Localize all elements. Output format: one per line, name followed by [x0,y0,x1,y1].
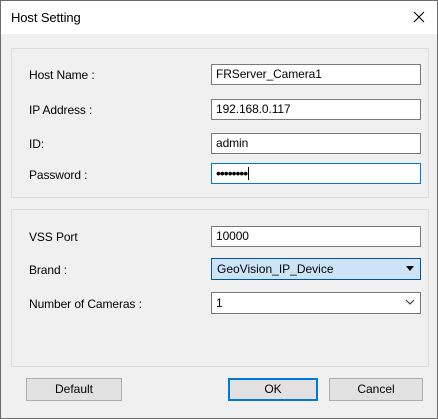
password-field[interactable]: •••••••• [211,163,421,184]
vss-port-field[interactable]: 10000 [211,226,421,247]
id-label: ID: [29,137,45,151]
password-label: Password : [29,168,88,182]
chevron-down-icon [405,299,415,305]
default-button[interactable]: Default [26,378,122,401]
brand-select[interactable]: GeoVision_IP_Device [211,258,421,280]
host-name-label: Host Name : [29,68,95,82]
ip-address-label: IP Address : [29,103,93,117]
ip-address-field[interactable]: 192.168.0.117 [211,99,421,120]
dropdown-arrow-icon [406,266,414,271]
cancel-button[interactable]: Cancel [329,378,423,401]
brand-selected-value: GeoVision_IP_Device [217,262,334,276]
text-caret [248,167,250,180]
cameras-selected-value: 1 [216,296,223,310]
host-name-field[interactable]: FRServer_Camera1 [211,64,421,85]
ok-button[interactable]: OK [228,378,318,401]
number-of-cameras-label: Number of Cameras : [29,297,142,311]
number-of-cameras-select[interactable]: 1 [211,292,421,314]
vss-port-label: VSS Port [29,230,78,244]
id-field[interactable]: admin [211,133,421,154]
close-icon [413,11,425,23]
brand-label: Brand : [29,263,67,277]
close-button[interactable] [405,4,433,30]
title-bar: Host Setting [1,1,437,34]
password-mask: •••••••• [216,165,248,181]
host-setting-dialog: Host Setting Host Name : FRServer_Camera… [0,0,438,419]
dialog-title: Host Setting [11,10,81,25]
